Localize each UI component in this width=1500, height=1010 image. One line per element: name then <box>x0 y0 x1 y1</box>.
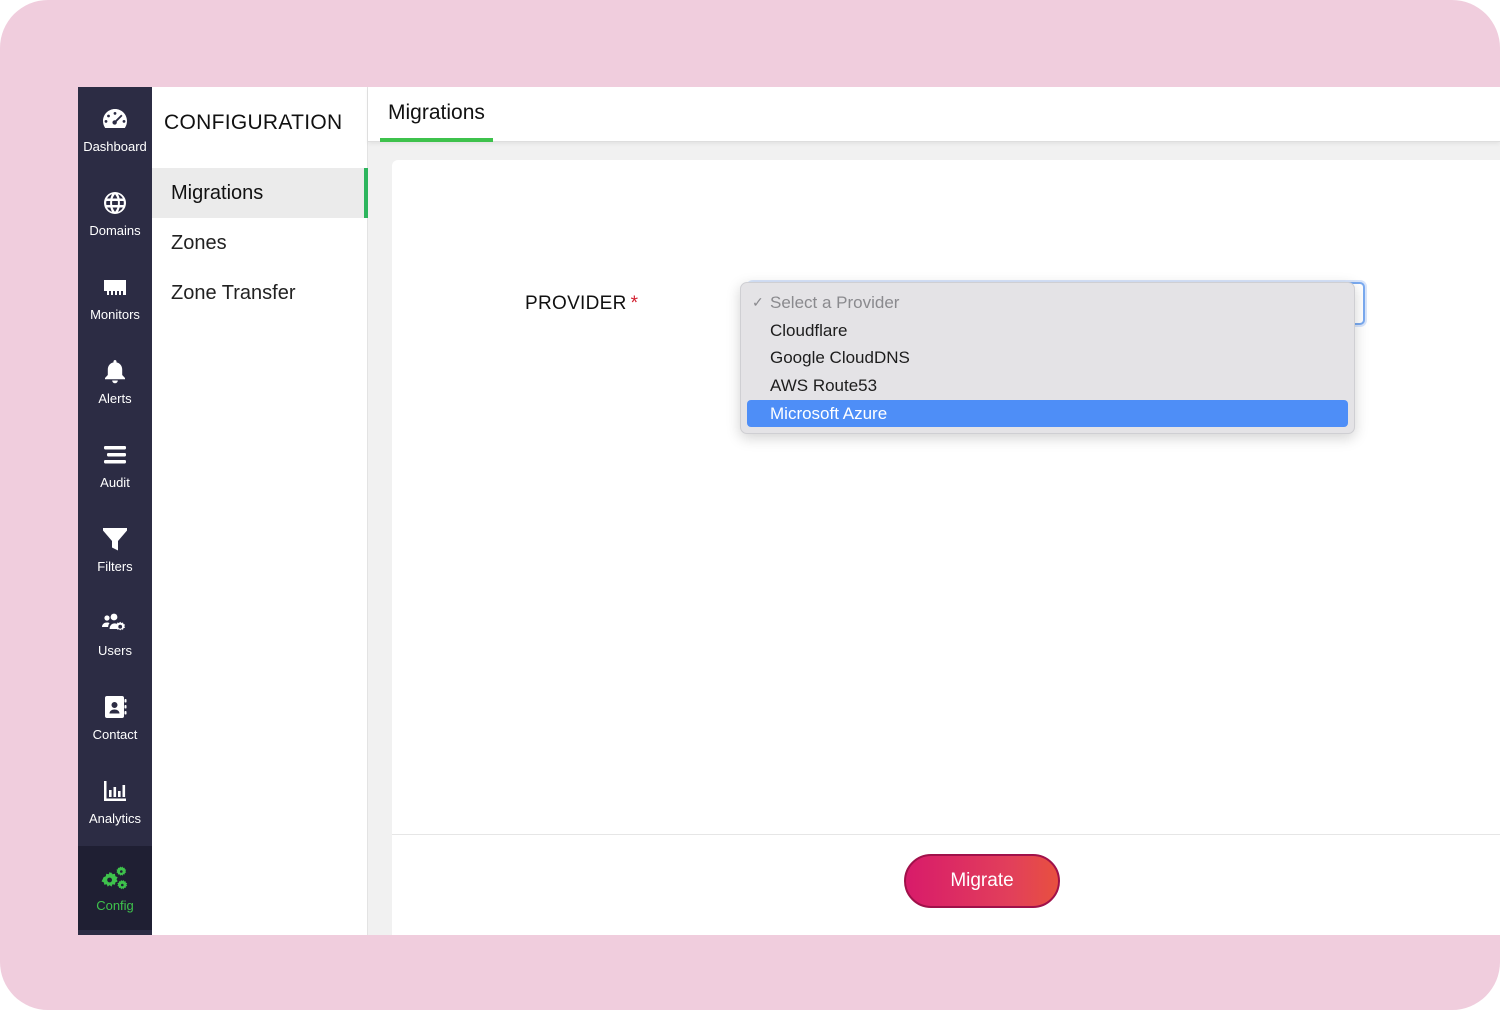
config-item-zones[interactable]: Zones <box>152 218 368 268</box>
rail-item-monitors[interactable]: Monitors <box>78 255 152 339</box>
rail-item-label: Audit <box>100 474 130 490</box>
contact-book-icon <box>105 695 127 718</box>
rail-item-label: Monitors <box>90 306 140 322</box>
rail-item-alerts[interactable]: Alerts <box>78 339 152 423</box>
option-label: Select a Provider <box>770 292 900 312</box>
rail-item-domains[interactable]: Domains <box>78 171 152 255</box>
rail-item-label: Alerts <box>98 390 132 406</box>
rail-item-label: Dashboard <box>83 138 147 154</box>
main-area: Migrations PROVIDER * ✓ Select a Provider… <box>368 87 1500 935</box>
option-google-clouddns[interactable]: Google CloudDNS <box>747 344 1348 372</box>
config-panel: CONFIGURATION Migrations Zones Zone Tran… <box>152 87 368 935</box>
checkmark-icon: ✓ <box>752 294 764 311</box>
option-cloudflare[interactable]: Cloudflare <box>747 317 1348 345</box>
option-label: Cloudflare <box>770 320 848 340</box>
globe-icon <box>104 191 126 214</box>
icon-rail: Dashboard Domains Monitors Alerts Audit … <box>78 87 152 935</box>
provider-dropdown-menu: ✓ Select a Provider Cloudflare Google Cl… <box>740 282 1355 434</box>
option-microsoft-azure[interactable]: Microsoft Azure <box>747 399 1348 428</box>
rail-item-users[interactable]: Users <box>78 591 152 675</box>
rail-item-label: Config <box>96 897 134 913</box>
app-window: Dashboard Domains Monitors Alerts Audit … <box>78 87 1500 935</box>
rail-item-config[interactable]: Config <box>78 846 152 930</box>
audit-list-icon <box>104 445 126 463</box>
tab-bar: Migrations <box>368 87 1500 142</box>
rail-item-audit[interactable]: Audit <box>78 423 152 507</box>
dashboard-icon <box>103 108 127 128</box>
config-item-migrations[interactable]: Migrations <box>152 168 368 218</box>
gears-icon <box>101 866 128 889</box>
provider-label: PROVIDER * <box>525 293 638 315</box>
provider-label-text: PROVIDER <box>525 293 627 314</box>
option-label: Google CloudDNS <box>770 348 910 368</box>
form-divider <box>392 834 1500 835</box>
config-item-zone-transfer[interactable]: Zone Transfer <box>152 268 368 318</box>
option-select-a-provider[interactable]: ✓ Select a Provider <box>747 289 1348 317</box>
rail-item-label: Analytics <box>88 810 142 826</box>
rail-item-analytics[interactable]: Analytics <box>78 759 152 843</box>
bell-icon <box>105 359 125 383</box>
rail-item-label: Domains <box>89 222 141 238</box>
option-label: Microsoft Azure <box>770 403 888 423</box>
rail-item-contact[interactable]: Contact <box>78 675 152 759</box>
rail-item-label: Contact <box>92 726 138 742</box>
rail-item-dashboard[interactable]: Dashboard <box>78 87 152 171</box>
rail-item-label: Filters <box>97 558 133 574</box>
migrate-button[interactable]: Migrate <box>904 854 1060 908</box>
funnel-icon <box>103 527 127 550</box>
bar-chart-icon <box>104 780 126 801</box>
window-frame: Dashboard Domains Monitors Alerts Audit … <box>0 0 1500 1010</box>
option-label: AWS Route53 <box>770 375 878 395</box>
migration-form-card: PROVIDER * ✓ Select a Provider Cloudflare… <box>392 160 1500 935</box>
monitor-icon <box>104 279 126 295</box>
config-title: CONFIGURATION <box>164 111 343 134</box>
option-aws-route53[interactable]: AWS Route53 <box>747 372 1348 400</box>
users-gear-icon <box>102 613 126 630</box>
required-mark: * <box>630 293 639 314</box>
tab-migrations[interactable]: Migrations <box>380 87 493 142</box>
rail-item-filters[interactable]: Filters <box>78 507 152 591</box>
rail-item-label: Users <box>98 642 132 658</box>
